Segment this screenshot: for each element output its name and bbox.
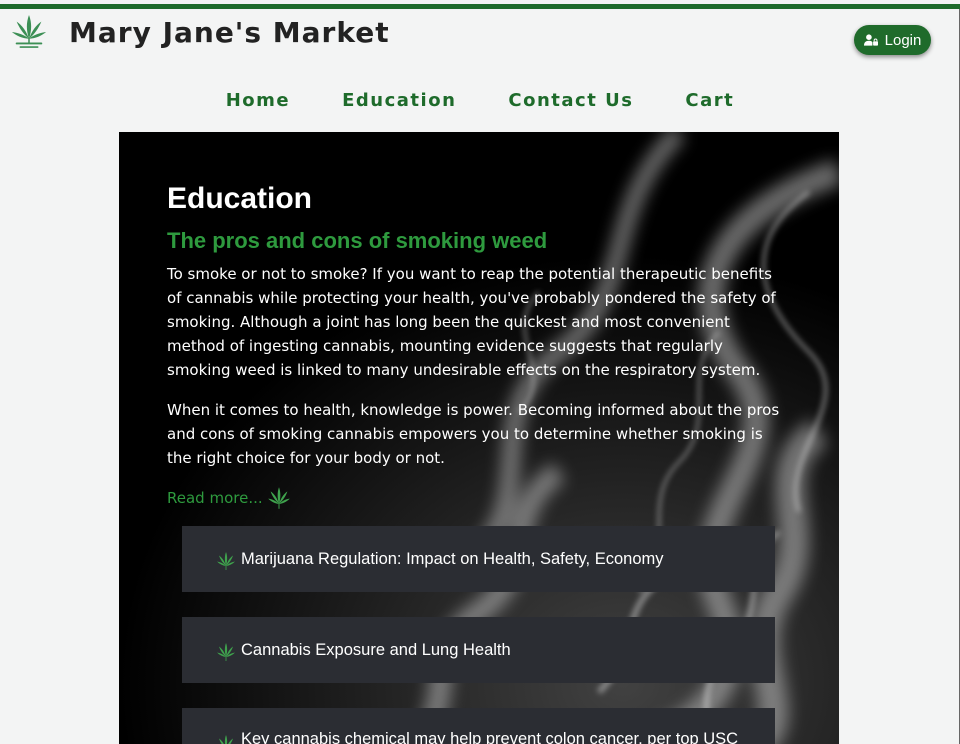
login-label: Login (884, 31, 922, 49)
cannabis-leaf-logo[interactable] (10, 14, 48, 52)
cannabis-leaf-icon (216, 734, 236, 744)
nav-cart[interactable]: Cart (685, 90, 734, 118)
article-card-title: Cannabis Exposure and Lung Health (241, 640, 511, 659)
user-lock-icon (863, 34, 878, 46)
top-accent-bar (0, 4, 960, 9)
education-panel: Education The pros and cons of smoking w… (119, 132, 839, 744)
main-nav: Home Education Contact Us Cart (0, 90, 960, 118)
article-paragraph-1: To smoke or not to smoke? If you want to… (167, 265, 776, 379)
site-title: Mary Jane's Market (69, 16, 390, 49)
cannabis-leaf-icon (216, 642, 236, 662)
article-card[interactable]: Marijuana Regulation: Impact on Health, … (182, 526, 775, 592)
nav-home[interactable]: Home (226, 90, 290, 118)
read-more-label: Read more... (167, 489, 263, 507)
article-paragraph-2: When it comes to health, knowledge is po… (167, 401, 780, 467)
article-title: The pros and cons of smoking weed (167, 228, 548, 253)
cannabis-leaf-icon (267, 486, 291, 510)
article-card[interactable]: Cannabis Exposure and Lung Health (182, 617, 775, 683)
article-card-title: Key cannabis chemical may help prevent c… (241, 730, 739, 744)
nav-education[interactable]: Education (342, 90, 456, 118)
section-heading: Education (167, 182, 313, 215)
login-button[interactable]: Login (854, 25, 931, 55)
article-card-title: Marijuana Regulation: Impact on Health, … (241, 549, 664, 568)
cannabis-leaf-icon (216, 551, 236, 571)
read-more-link[interactable]: Read more... (167, 486, 291, 510)
nav-contact-us[interactable]: Contact Us (508, 90, 633, 118)
article-card[interactable]: Key cannabis chemical may help prevent c… (182, 708, 775, 744)
